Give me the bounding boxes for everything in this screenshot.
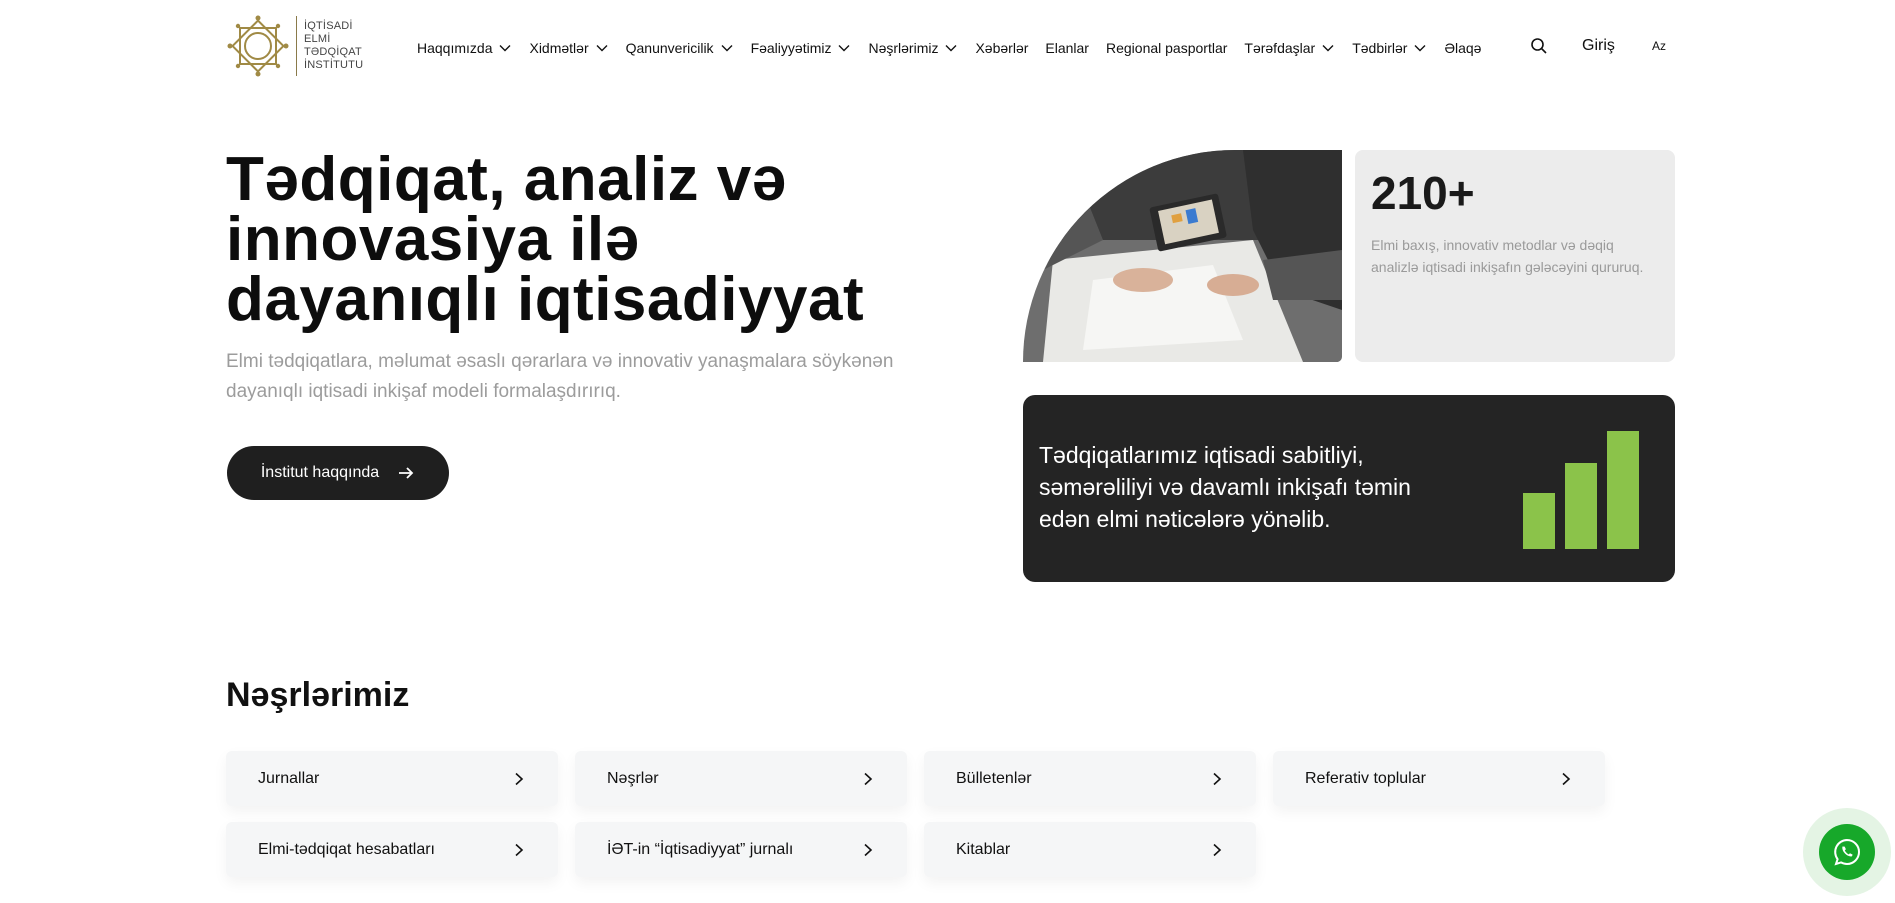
- arrow-right-icon: [399, 467, 414, 479]
- bar-chart-icon: [1523, 431, 1639, 549]
- search-icon[interactable]: [1530, 37, 1548, 55]
- nav-item-about[interactable]: Haqqımızda: [417, 40, 512, 56]
- nav-item-announcements[interactable]: Elanlar: [1045, 40, 1089, 56]
- chevron-right-icon: [1213, 772, 1222, 785]
- stat-number: 210+: [1371, 167, 1475, 219]
- team-photo: [1023, 150, 1342, 362]
- chevron-down-icon: [945, 45, 957, 52]
- nav-item-label: Tərəfdaşlar: [1244, 40, 1316, 56]
- nav-item-label: Regional pasportlar: [1105, 40, 1228, 56]
- publication-link-abstracts[interactable]: Referativ toplular: [1273, 751, 1605, 806]
- logo-line: İQTİSADİ: [304, 20, 353, 32]
- publications-title: Nəşrlərimiz: [226, 676, 410, 714]
- chevron-right-icon: [1562, 772, 1571, 785]
- nav-item-label: Əlaqə: [1444, 40, 1482, 56]
- hero-subtitle: Elmi tədqiqatlara, məlumat əsaslı qərarl…: [226, 351, 894, 402]
- logo-line: ELMİ: [304, 33, 331, 45]
- publication-link-journals[interactable]: Jurnallar: [226, 751, 558, 806]
- stat-text: Elmi baxış, innovativ metodlar və dəqiq …: [1371, 237, 1644, 275]
- whatsapp-button-inner: [1819, 824, 1875, 880]
- button-label: İnstitut haqqında: [260, 464, 380, 481]
- nav-item-events[interactable]: Tədbirlər: [1352, 40, 1427, 56]
- whatsapp-button[interactable]: [1803, 808, 1891, 896]
- nav-item-news[interactable]: Xəbərlər: [975, 40, 1028, 56]
- site-header: İQTİSADİ ELMİ TƏDQİQAT İNSTİTUTU Haqqımı…: [0, 0, 1895, 95]
- nav-item-label: Haqqımızda: [417, 40, 493, 56]
- chevron-right-icon: [864, 772, 873, 785]
- logo-emblem-icon: [227, 15, 289, 77]
- publication-link-publications[interactable]: Nəşrlər: [575, 751, 907, 806]
- nav-item-label: Xəbərlər: [975, 40, 1029, 56]
- publication-label: Referativ toplular: [1305, 769, 1426, 787]
- nav-item-services[interactable]: Xidmətlər: [529, 40, 608, 56]
- nav-item-label: Elanlar: [1045, 40, 1089, 56]
- stat-card: 210+ Elmi baxış, innovativ metodlar və d…: [1355, 150, 1675, 362]
- publication-link-research-reports[interactable]: Elmi-tədqiqat hesabatları: [226, 822, 558, 877]
- nav-item-label: Tədbirlər: [1352, 40, 1408, 56]
- publication-label: Jurnallar: [258, 769, 320, 787]
- publication-label: İƏT-in “İqtisadiyyat” jurnalı: [607, 840, 794, 858]
- about-institute-button[interactable]: İnstitut haqqında: [227, 446, 449, 500]
- chevron-down-icon: [721, 45, 733, 52]
- publication-label: Elmi-tədqiqat hesabatları: [258, 840, 435, 858]
- publication-label: Nəşrlər: [607, 769, 659, 787]
- nav-item-contact[interactable]: Əlaqə: [1444, 40, 1481, 56]
- research-highlight-text: Tədqiqatlarımız iqtisadi sabitliyi, səmə…: [1039, 442, 1411, 532]
- chevron-right-icon: [1213, 843, 1222, 856]
- site-logo[interactable]: İQTİSADİ ELMİ TƏDQİQAT İNSTİTUTU: [226, 14, 363, 78]
- nav-item-label: Qanunvericilik: [625, 40, 714, 56]
- hero-title: Tədqiqat, analiz və innovasiya ilə dayan…: [226, 145, 865, 334]
- publication-link-economy-journal[interactable]: İƏT-in “İqtisadiyyat” jurnalı: [575, 822, 907, 877]
- chevron-down-icon: [1322, 45, 1334, 52]
- main-nav: Haqqımızda Xidmətlər Qanunvericilik Fəal…: [417, 36, 1498, 60]
- nav-item-label: Xidmətlər: [529, 40, 589, 56]
- language-switcher[interactable]: Az: [1652, 39, 1666, 53]
- chevron-right-icon: [864, 843, 873, 856]
- chevron-down-icon: [1414, 45, 1426, 52]
- chevron-down-icon: [499, 45, 511, 52]
- logo-text: İQTİSADİ ELMİ TƏDQİQAT İNSTİTUTU: [296, 16, 363, 76]
- research-highlight-card: Tədqiqatlarımız iqtisadi sabitliyi, səmə…: [1023, 395, 1675, 582]
- team-photo-image: [1023, 150, 1342, 362]
- chevron-down-icon: [838, 45, 850, 52]
- logo-line: TƏDQİQAT: [304, 46, 362, 58]
- nav-item-partners[interactable]: Tərəfdaşlar: [1244, 40, 1335, 56]
- chevron-right-icon: [515, 772, 524, 785]
- whatsapp-icon: [1834, 838, 1860, 866]
- publication-label: Kitablar: [956, 840, 1011, 858]
- nav-item-publications[interactable]: Nəşrlərimiz: [868, 40, 958, 56]
- nav-item-legislation[interactable]: Qanunvericilik: [626, 40, 734, 56]
- nav-item-activity[interactable]: Fəaliyyətimiz: [751, 40, 852, 56]
- logo-line: İNSTİTUTU: [304, 59, 364, 71]
- chevron-down-icon: [596, 45, 608, 52]
- nav-item-label: Fəaliyyətimiz: [750, 40, 832, 56]
- publication-link-books[interactable]: Kitablar: [924, 822, 1256, 877]
- chevron-right-icon: [515, 843, 524, 856]
- nav-item-regional-passports[interactable]: Regional pasportlar: [1106, 40, 1227, 56]
- nav-item-label: Nəşrlərimiz: [868, 40, 939, 56]
- publication-link-bulletins[interactable]: Bülletenlər: [924, 751, 1256, 806]
- publication-label: Bülletenlər: [956, 769, 1032, 787]
- login-link[interactable]: Giriş: [1582, 37, 1615, 55]
